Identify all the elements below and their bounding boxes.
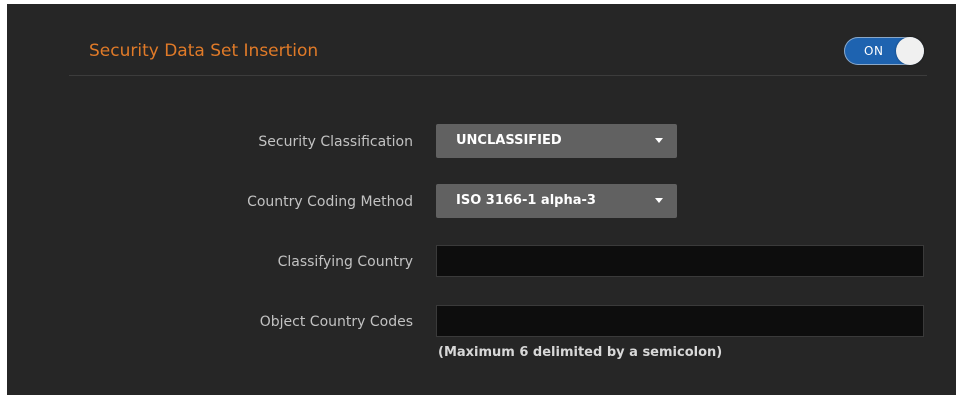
- object-country-codes-label: Object Country Codes: [259, 314, 413, 330]
- toggle-label: ON: [864, 44, 884, 58]
- panel-header: Security Data Set Insertion ON: [69, 29, 927, 76]
- chevron-down-icon: [655, 198, 663, 203]
- object-country-codes-hint: (Maximum 6 delimited by a semicolon): [438, 345, 723, 360]
- security-classification-select[interactable]: UNCLASSIFIED: [436, 124, 677, 158]
- country-coding-method-label: Country Coding Method: [247, 194, 413, 210]
- security-classification-value: UNCLASSIFIED: [456, 133, 562, 148]
- country-coding-method-value: ISO 3166-1 alpha-3: [456, 193, 596, 208]
- classifying-country-input[interactable]: [436, 245, 924, 277]
- country-coding-method-select[interactable]: ISO 3166-1 alpha-3: [436, 184, 677, 218]
- classifying-country-label: Classifying Country: [277, 254, 413, 270]
- object-country-codes-input[interactable]: [436, 305, 924, 337]
- panel-title: Security Data Set Insertion: [89, 41, 319, 61]
- security-data-set-panel: Security Data Set Insertion ON Security …: [7, 4, 956, 395]
- toggle-knob: [896, 37, 924, 65]
- chevron-down-icon: [655, 138, 663, 143]
- enable-toggle[interactable]: ON: [844, 37, 924, 65]
- security-classification-label: Security Classification: [258, 134, 413, 150]
